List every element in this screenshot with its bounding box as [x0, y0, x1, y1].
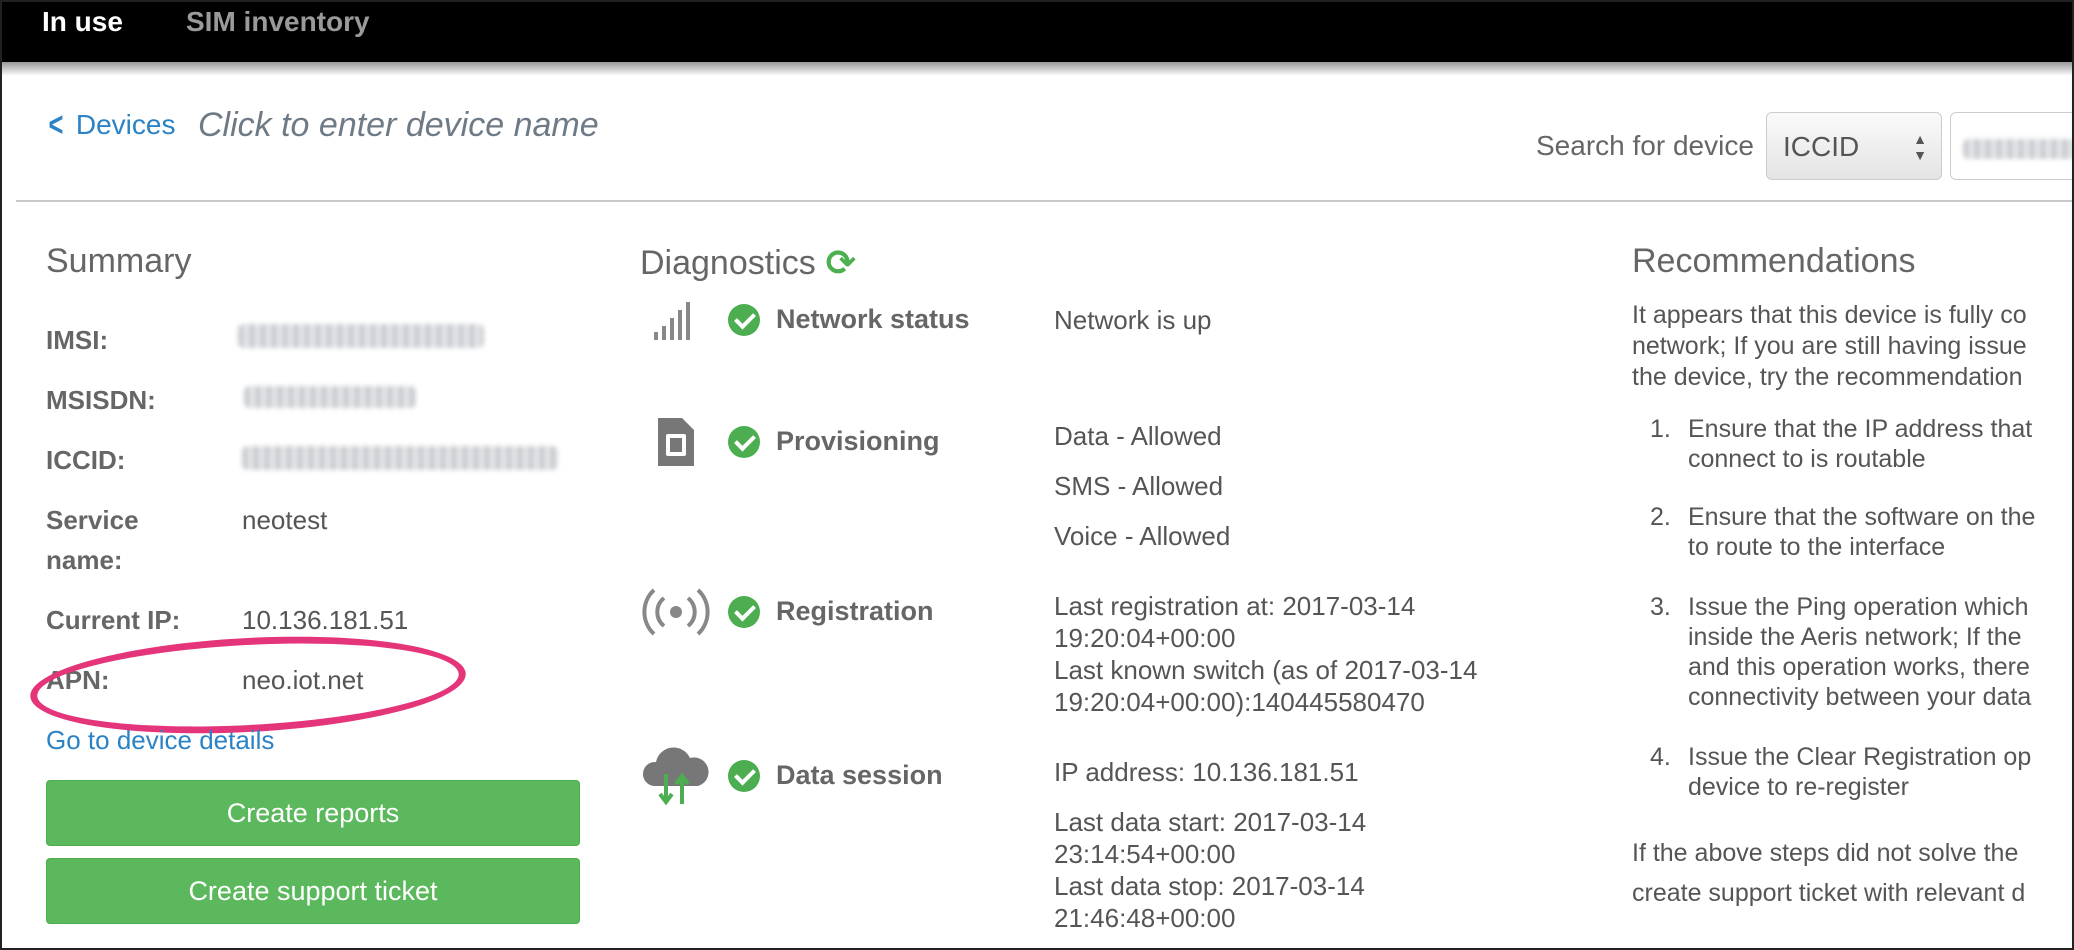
- service-name-value: neotest: [242, 505, 328, 535]
- chevron-left-icon: <: [48, 106, 64, 144]
- rec-1-number: 1.: [1650, 415, 1671, 443]
- recommendations-intro-2: network; If you are still having issue: [1632, 332, 2027, 360]
- rec-4-line-2: device to re-register: [1688, 773, 1909, 801]
- diagnostics-title-row: Diagnostics ⟳: [640, 242, 856, 284]
- create-reports-button[interactable]: Create reports: [46, 780, 580, 846]
- network-status-label: Network status: [776, 304, 970, 334]
- registration-check-icon: [728, 596, 760, 628]
- recommendations-title: Recommendations: [1632, 242, 1916, 280]
- rec-2-line-2: to route to the interface: [1688, 533, 1946, 561]
- rec-2-line-1: Ensure that the software on the: [1688, 503, 2036, 531]
- rec-4-line-1: Issue the Clear Registration op: [1688, 743, 2032, 771]
- diagnostics-title: Diagnostics: [640, 243, 816, 282]
- refresh-icon[interactable]: ⟳: [826, 242, 856, 284]
- data-session-start-line-2: 23:14:54+00:00: [1054, 839, 1236, 869]
- recommendations-intro-3: the device, try the recommendation: [1632, 363, 2023, 391]
- rec-3-line-1: Issue the Ping operation which: [1688, 593, 2029, 621]
- iccid-label: ICCID:: [46, 445, 126, 475]
- data-session-label: Data session: [776, 760, 943, 790]
- rec-1-line-2: connect to is routable: [1688, 445, 1926, 473]
- data-session-stop-line-2: 21:46:48+00:00: [1054, 903, 1236, 933]
- sim-card-icon: [658, 418, 694, 466]
- rec-4-number: 4.: [1650, 743, 1671, 771]
- recommendations-footer-2: create support ticket with relevant d: [1632, 879, 2026, 907]
- back-label: Devices: [75, 109, 176, 140]
- provisioning-check-icon: [728, 426, 760, 458]
- msisdn-label: MSISDN:: [46, 385, 156, 415]
- registration-line-1: Last registration at: 2017-03-14: [1054, 591, 1416, 621]
- broadcast-icon: [642, 588, 710, 636]
- back-to-devices-link[interactable]: < Devices: [46, 108, 175, 142]
- data-session-ip: IP address: 10.136.181.51: [1054, 757, 1359, 787]
- tab-in-use[interactable]: In use: [42, 6, 123, 38]
- current-ip-label: Current IP:: [46, 605, 181, 635]
- recommendations-footer-1: If the above steps did not solve the: [1632, 839, 2019, 867]
- rec-3-line-2: inside the Aeris network; If the: [1688, 623, 2022, 651]
- recommendations-intro-1: It appears that this device is fully co: [1632, 301, 2027, 329]
- provisioning-voice: Voice - Allowed: [1054, 521, 1231, 551]
- tab-sim-inventory[interactable]: SIM inventory: [186, 6, 370, 38]
- device-details-link[interactable]: Go to device details: [46, 720, 274, 760]
- search-type-value: ICCID: [1783, 131, 1860, 162]
- current-ip-value: 10.136.181.51: [242, 605, 409, 635]
- search-input[interactable]: [1950, 112, 2072, 180]
- signal-bars-icon: [654, 302, 690, 340]
- search-label: Search for device: [1536, 130, 1754, 161]
- registration-line-4: 19:20:04+00:00):140445580470: [1054, 687, 1425, 717]
- registration-line-3: Last known switch (as of 2017-03-14: [1054, 655, 1478, 685]
- header-divider: [16, 200, 2072, 202]
- rec-3-line-3: and this operation works, there: [1688, 653, 2030, 681]
- data-session-stop-line-1: Last data stop: 2017-03-14: [1054, 871, 1365, 901]
- rec-3-line-4: connectivity between your data: [1688, 683, 2032, 711]
- provisioning-data: Data - Allowed: [1054, 421, 1222, 451]
- device-name-field[interactable]: Click to enter device name: [198, 106, 599, 145]
- msisdn-value-redacted: [244, 386, 416, 408]
- imsi-value-redacted: [238, 324, 484, 348]
- imsi-label: IMSI:: [46, 325, 109, 355]
- registration-line-2: 19:20:04+00:00: [1054, 623, 1236, 653]
- iccid-value-redacted: [242, 446, 558, 470]
- network-status-value: Network is up: [1054, 305, 1212, 335]
- rec-3-number: 3.: [1650, 593, 1671, 621]
- summary-title: Summary: [46, 242, 192, 280]
- provisioning-sms: SMS - Allowed: [1054, 471, 1224, 501]
- rec-1-line-1: Ensure that the IP address that: [1688, 415, 2033, 443]
- search-type-select[interactable]: ICCID ▲ ▼: [1766, 112, 1942, 180]
- nav-shadow: [2, 62, 2072, 76]
- data-session-check-icon: [728, 760, 760, 792]
- network-status-check-icon: [728, 304, 760, 336]
- cloud-transfer-icon: [642, 747, 709, 806]
- select-arrows-icon: ▲ ▼: [1913, 131, 1927, 163]
- create-support-ticket-button[interactable]: Create support ticket: [46, 858, 580, 924]
- registration-label: Registration: [776, 596, 934, 626]
- data-session-start-line-1: Last data start: 2017-03-14: [1054, 807, 1367, 837]
- top-nav: In use SIM inventory: [2, 2, 2072, 62]
- service-name-label: Service name:: [46, 505, 139, 575]
- app-window: In use SIM inventory < Devices Click to …: [0, 0, 2074, 950]
- rec-2-number: 2.: [1650, 503, 1671, 531]
- provisioning-label: Provisioning: [776, 426, 940, 456]
- redacted-search-value: [1963, 139, 2072, 159]
